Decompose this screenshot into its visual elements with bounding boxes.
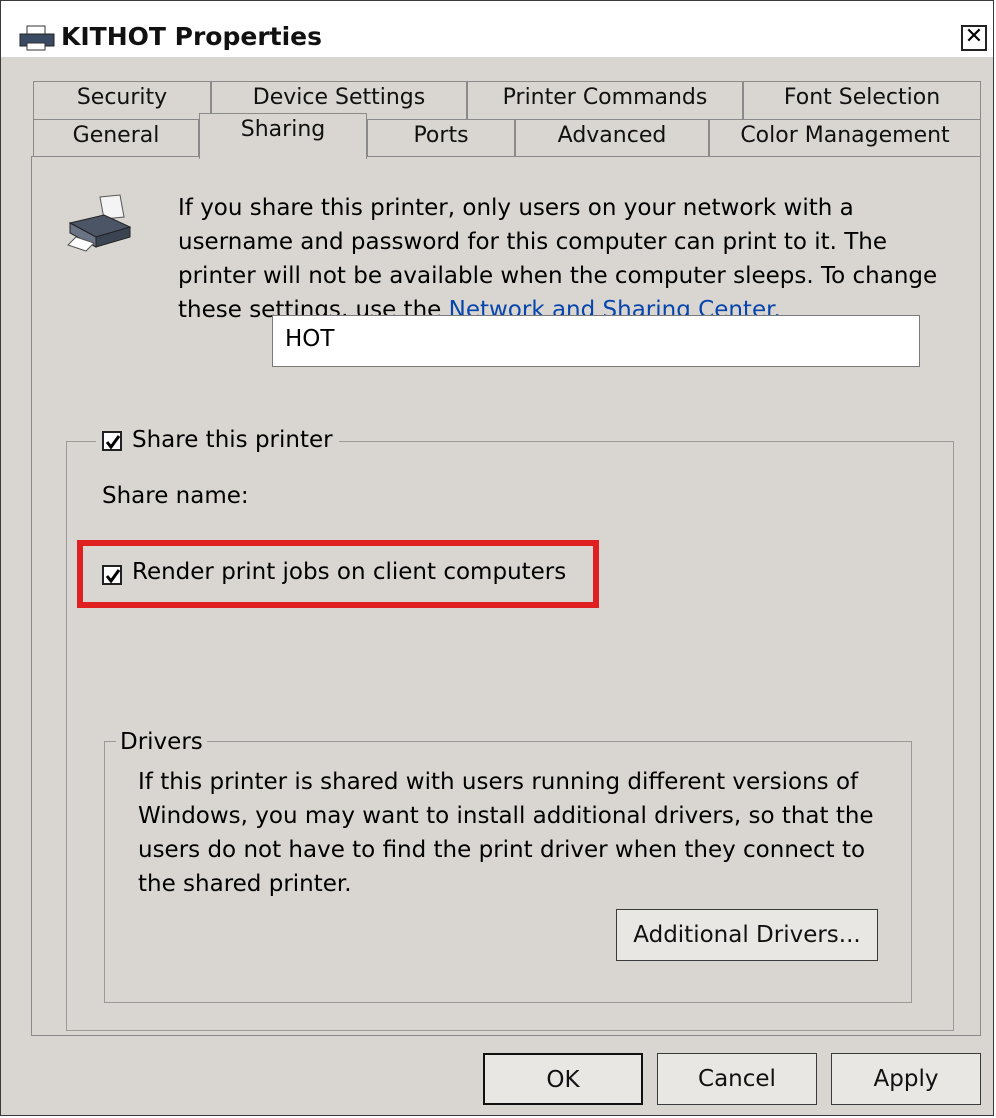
tab-label: Color Management [740, 123, 950, 148]
additional-drivers-button[interactable]: Additional Drivers... [616, 909, 878, 961]
tab-general[interactable]: General [33, 119, 199, 157]
tab-label: Device Settings [252, 85, 426, 110]
tab-security[interactable]: Security [33, 81, 211, 119]
share-name-value: HOT [285, 326, 335, 352]
tab-label: General [72, 123, 160, 148]
button-label: OK [546, 1067, 580, 1093]
share-name-input[interactable]: HOT [272, 315, 920, 367]
printer-icon [19, 25, 55, 51]
tab-label: Font Selection [783, 85, 941, 110]
window-title: KITHOT Properties [61, 22, 323, 51]
title-bar: KITHOT Properties ✕ [1, 1, 993, 57]
drivers-description: If this printer is shared with users run… [138, 769, 874, 897]
ok-button[interactable]: OK [483, 1053, 643, 1105]
share-name-label: Share name: [102, 483, 249, 509]
drivers-legend: Drivers [116, 729, 207, 755]
tab-font-selection[interactable]: Font Selection [743, 81, 981, 119]
tab-label: Sharing [240, 117, 326, 142]
tab-sharing[interactable]: Sharing [199, 113, 367, 159]
share-printer-checkbox[interactable] [102, 430, 122, 451]
apply-button[interactable]: Apply [831, 1053, 981, 1105]
share-printer-checkbox-row[interactable]: Share this printer [96, 427, 339, 453]
tab-color-management[interactable]: Color Management [709, 119, 981, 157]
cancel-button[interactable]: Cancel [657, 1053, 817, 1105]
tab-label: Security [76, 85, 168, 110]
tab-label: Advanced [557, 123, 667, 148]
sharing-intro-text: If you share this printer, only users on… [178, 191, 968, 327]
highlight-box [77, 540, 599, 608]
tab-advanced[interactable]: Advanced [515, 119, 709, 157]
printer-icon [67, 194, 132, 252]
button-label: Additional Drivers... [633, 922, 861, 948]
close-icon: ✕ [964, 24, 984, 49]
checkbox-checked-icon [105, 434, 121, 449]
tab-ports[interactable]: Ports [367, 119, 515, 157]
share-printer-label: Share this printer [132, 427, 333, 453]
tab-label: Ports [413, 123, 469, 148]
properties-dialog: KITHOT Properties ✕ Security Device Sett… [0, 0, 994, 1116]
close-button[interactable]: ✕ [961, 25, 987, 51]
drivers-legend-text: Drivers [120, 729, 203, 755]
sharing-panel: If you share this printer, only users on… [31, 156, 981, 1036]
button-label: Cancel [698, 1066, 776, 1092]
tab-label: Printer Commands [502, 85, 708, 110]
button-label: Apply [873, 1066, 939, 1092]
tab-printer-commands[interactable]: Printer Commands [467, 81, 743, 119]
